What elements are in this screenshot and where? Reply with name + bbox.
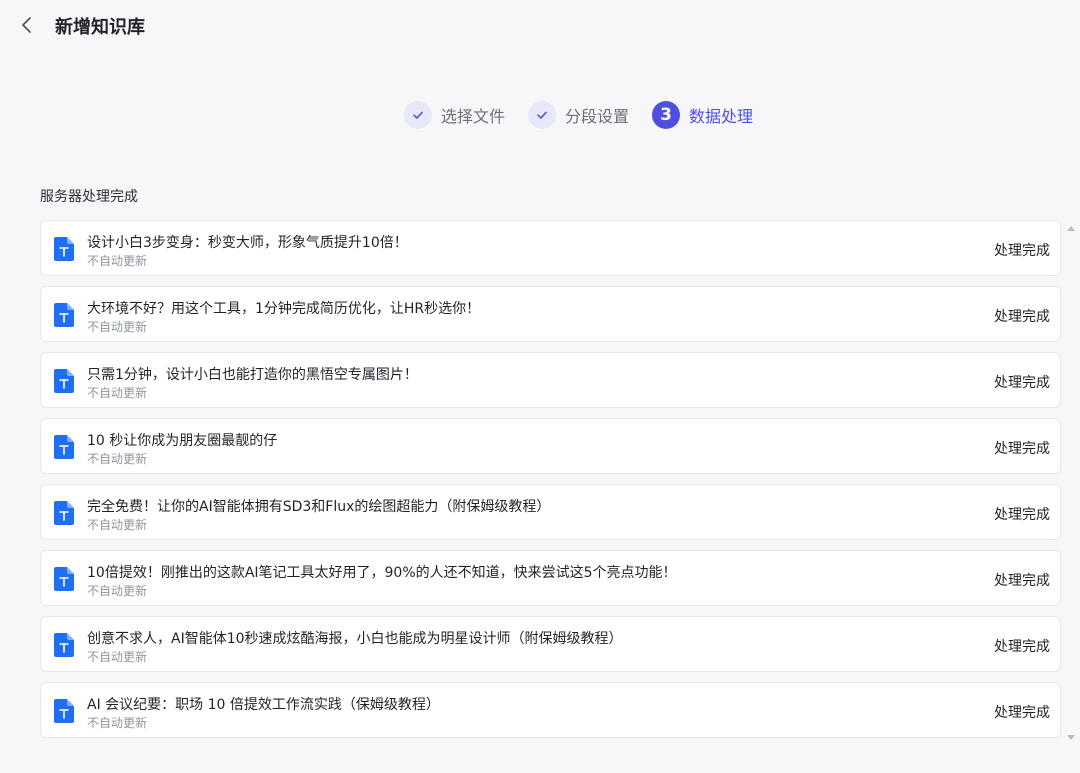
check-icon — [413, 111, 423, 119]
status-text: 处理完成 — [994, 507, 1050, 523]
step-label: 数据处理 — [689, 107, 754, 126]
step-label: 选择文件 — [441, 107, 506, 126]
step-number: 3 — [652, 101, 680, 129]
step-select-file: 选择文件 — [404, 100, 505, 130]
list-item[interactable]: 完全免费！让你的AI智能体拥有SD3和Flux的绘图超能力（附保姆级教程） 不自动… — [40, 484, 1061, 540]
step-segment-settings: 分段设置 — [528, 100, 629, 130]
list-item[interactable]: 大环境不好？用这个工具，1分钟完成简历优化，让HR秒选你！ 不自动更新 处理完成 — [40, 286, 1061, 342]
text-document-icon — [54, 567, 74, 591]
status-text: 处理完成 — [994, 375, 1050, 391]
list-item[interactable]: 创意不求人，AI智能体10秒速成炫酷海报，小白也能成为明星设计师（附保姆级教程）… — [40, 616, 1061, 672]
item-title: 10 秒让你成为朋友圈最靓的仔 — [87, 433, 278, 449]
status-text: 处理完成 — [994, 243, 1050, 259]
item-subtitle: 不自动更新 — [87, 452, 148, 466]
text-document-icon — [54, 633, 74, 657]
list-item[interactable]: 10 秒让你成为朋友圈最靓的仔 不自动更新 处理完成 — [40, 418, 1061, 474]
item-title: 设计小白3步变身：秒变大师，形象气质提升10倍！ — [87, 235, 408, 251]
page-title: 新增知识库 — [55, 17, 145, 38]
item-subtitle: 不自动更新 — [87, 584, 148, 598]
item-title: 10倍提效！刚推出的这款AI笔记工具太好用了，90%的人还不知道，快来尝试这5个… — [87, 565, 677, 581]
text-document-icon — [54, 303, 74, 327]
status-text: 处理完成 — [994, 639, 1050, 655]
check-icon — [537, 111, 547, 119]
item-subtitle: 不自动更新 — [87, 518, 148, 532]
item-title: 完全免费！让你的AI智能体拥有SD3和Flux的绘图超能力（附保姆级教程） — [87, 499, 551, 515]
item-title: 只需1分钟，设计小白也能打造你的黑悟空专属图片！ — [87, 367, 418, 383]
item-subtitle: 不自动更新 — [87, 716, 148, 730]
status-text: 处理完成 — [994, 705, 1050, 721]
item-subtitle: 不自动更新 — [87, 650, 148, 664]
text-document-icon — [54, 237, 74, 261]
item-title: AI 会议纪要：职场 10 倍提效工作流实践（保姆级教程） — [87, 697, 440, 713]
text-document-icon — [54, 501, 74, 525]
item-subtitle: 不自动更新 — [87, 320, 148, 334]
step-circle — [528, 101, 556, 129]
item-title: 创意不求人，AI智能体10秒速成炫酷海报，小白也能成为明星设计师（附保姆级教程） — [87, 631, 623, 647]
text-document-icon — [54, 369, 74, 393]
list-item[interactable]: 设计小白3步变身：秒变大师，形象气质提升10倍！ 不自动更新 处理完成 — [40, 220, 1061, 276]
status-text: 处理完成 — [994, 573, 1050, 589]
item-title: 大环境不好？用这个工具，1分钟完成简历优化，让HR秒选你！ — [87, 301, 481, 317]
step-circle — [404, 101, 432, 129]
status-text: 处理完成 — [994, 309, 1050, 325]
item-subtitle: 不自动更新 — [87, 254, 148, 268]
text-document-icon — [54, 435, 74, 459]
header: 新增知识库 — [0, 0, 1080, 52]
chevron-left-icon[interactable] — [16, 14, 38, 36]
step-data-processing: 3 数据处理 — [652, 100, 753, 130]
stepper: 选择文件 分段设置 3 数据处理 — [0, 100, 1080, 130]
section-title: 服务器处理完成 — [40, 189, 138, 205]
file-list: 设计小白3步变身：秒变大师，形象气质提升10倍！ 不自动更新 处理完成 大环境不好？用… — [40, 220, 1061, 748]
list-item[interactable]: 只需1分钟，设计小白也能打造你的黑悟空专属图片！ 不自动更新 处理完成 — [40, 352, 1061, 408]
list-item[interactable]: 10倍提效！刚推出的这款AI笔记工具太好用了，90%的人还不知道，快来尝试这5个… — [40, 550, 1061, 606]
scroll-down-icon[interactable] — [1067, 735, 1075, 740]
step-label: 分段设置 — [565, 107, 630, 126]
status-text: 处理完成 — [994, 441, 1050, 457]
scroll-up-icon[interactable] — [1067, 226, 1075, 231]
text-document-icon — [54, 699, 74, 723]
scrollbar[interactable] — [1064, 220, 1078, 742]
item-subtitle: 不自动更新 — [87, 386, 148, 400]
list-item[interactable]: AI 会议纪要：职场 10 倍提效工作流实践（保姆级教程） 不自动更新 处理完成 — [40, 682, 1061, 738]
